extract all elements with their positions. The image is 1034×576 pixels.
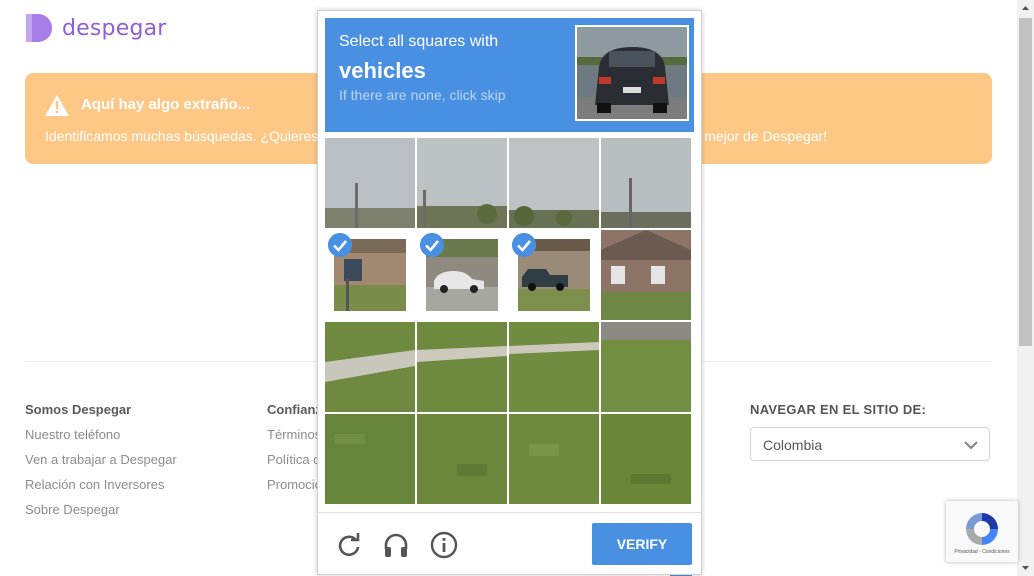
captcha-tile[interactable] — [509, 138, 599, 228]
verify-button[interactable]: VERIFY — [592, 523, 692, 565]
captcha-tile[interactable] — [417, 322, 507, 412]
checkmark-icon — [512, 233, 536, 257]
captcha-footer: VERIFY — [318, 512, 701, 575]
scroll-thumb[interactable] — [1019, 18, 1032, 346]
tile-image — [601, 414, 691, 504]
tile-image — [601, 230, 691, 320]
captcha-tile[interactable] — [509, 322, 599, 412]
captcha-tile[interactable] — [325, 414, 415, 504]
footer-column-country: NAVEGAR EN EL SITIO DE: Colombia — [750, 402, 990, 461]
country-select-value: Colombia — [763, 437, 823, 453]
footer-link-trabajar[interactable]: Ven a trabajar a Despegar — [25, 452, 177, 477]
captcha-header: Select all squares with vehicles If ther… — [325, 18, 694, 132]
captcha-tile[interactable] — [417, 138, 507, 228]
captcha-grid — [325, 138, 691, 504]
captcha-tile-selected[interactable] — [509, 230, 599, 320]
captcha-tile-selected[interactable] — [325, 230, 415, 320]
warning-title: Aquí hay algo extraño... — [81, 96, 251, 113]
info-icon[interactable] — [430, 531, 458, 559]
despegar-logo-icon — [26, 14, 52, 42]
footer-link-telefono[interactable]: Nuestro teléfono — [25, 427, 177, 452]
captcha-tile[interactable] — [325, 138, 415, 228]
footer-link-sobre[interactable]: Sobre Despegar — [25, 502, 177, 527]
tile-image — [417, 322, 507, 412]
brand-name: despegar — [62, 15, 167, 41]
despegar-logo[interactable]: despegar — [24, 12, 167, 44]
recaptcha-logo-icon — [966, 513, 998, 545]
reload-icon[interactable] — [335, 531, 363, 559]
captcha-tile[interactable] — [417, 414, 507, 504]
checkmark-icon — [328, 233, 352, 257]
captcha-tile[interactable] — [325, 322, 415, 412]
tile-image — [601, 138, 691, 228]
country-select[interactable]: Colombia — [750, 427, 990, 461]
footer-heading: Somos Despegar — [25, 402, 132, 417]
page-scrollbar[interactable] — [1017, 0, 1034, 576]
tile-image — [509, 414, 599, 504]
scroll-up-arrow-icon[interactable] — [1017, 0, 1034, 17]
captcha-dialog: Select all squares with vehicles If ther… — [317, 10, 702, 575]
captcha-tile[interactable] — [509, 414, 599, 504]
tile-image — [601, 322, 691, 412]
tile-image — [325, 414, 415, 504]
captcha-tile[interactable] — [601, 230, 691, 320]
captcha-instruction: Select all squares with — [339, 33, 499, 50]
captcha-sample-image — [575, 25, 689, 121]
chevron-down-icon — [964, 441, 978, 450]
footer-column-somos: Somos Despegar Nuestro teléfono Ven a tr… — [25, 402, 177, 527]
captcha-hint: If there are none, click skip — [339, 87, 506, 103]
country-heading: NAVEGAR EN EL SITIO DE: — [750, 402, 927, 417]
captcha-tile-selected[interactable] — [417, 230, 507, 320]
captcha-tile[interactable] — [601, 138, 691, 228]
captcha-tile[interactable] — [601, 322, 691, 412]
checkmark-icon — [420, 233, 444, 257]
tile-image — [417, 138, 507, 228]
warning-icon — [45, 95, 69, 116]
footer-link-inversores[interactable]: Relación con Inversores — [25, 477, 177, 502]
captcha-keyword: vehicles — [339, 58, 426, 83]
captcha-tile[interactable] — [601, 414, 691, 504]
recaptcha-badge[interactable]: Privacidad - Condiciones — [946, 501, 1018, 562]
tile-image — [417, 414, 507, 504]
scroll-down-arrow-icon[interactable] — [1017, 559, 1034, 576]
sample-car-image — [577, 27, 687, 119]
tile-image — [325, 322, 415, 412]
tile-image — [509, 322, 599, 412]
tile-image — [509, 138, 599, 228]
audio-icon[interactable] — [382, 531, 410, 559]
tile-image — [325, 138, 415, 228]
recaptcha-terms[interactable]: Privacidad - Condiciones — [946, 549, 1018, 555]
